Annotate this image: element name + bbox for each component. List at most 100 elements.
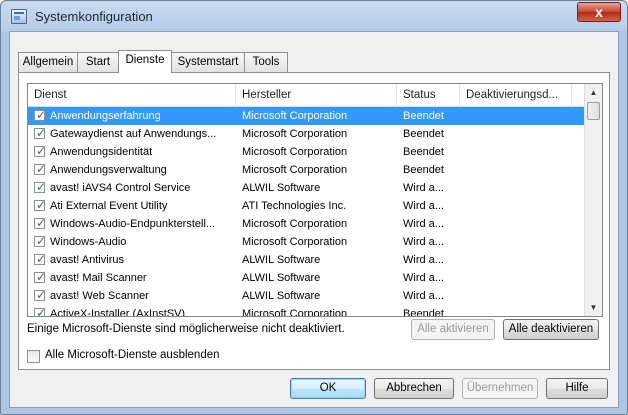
service-name: Anwendungsverwaltung: [50, 164, 167, 176]
column-header-deaktivierungsdatum[interactable]: Deaktivierungsd...: [460, 84, 572, 106]
services-list[interactable]: Dienst Hersteller Status Deaktivierungsd…: [27, 83, 603, 317]
service-name: Ati External Event Utility: [50, 200, 168, 212]
scroll-up-icon[interactable]: ▲: [585, 84, 602, 101]
service-status: Beendet: [403, 308, 444, 317]
service-disable-date: [466, 125, 572, 143]
help-button[interactable]: Hilfe: [546, 378, 608, 399]
apply-button[interactable]: Übernehmen: [462, 378, 538, 399]
title-bar[interactable]: Systemkonfiguration x: [1, 1, 627, 31]
service-name: avast! iAVS4 Control Service: [50, 182, 191, 194]
column-header-dienst[interactable]: Dienst: [28, 84, 236, 106]
service-status: Wird a...: [403, 290, 444, 302]
service-checkbox[interactable]: ✓: [34, 270, 47, 284]
service-name: Windows-Audio-Endpunkterstell...: [50, 218, 216, 230]
list-rows: ✓ Anwendungserfahrung Microsoft Corporatio…: [28, 107, 586, 317]
tab-systemstart[interactable]: Systemstart: [171, 52, 245, 72]
service-status: Wird a...: [403, 254, 444, 266]
service-status: Beendet: [403, 128, 444, 140]
checkmark-icon: ✓: [36, 198, 47, 212]
service-vendor: ALWIL Software: [242, 254, 321, 266]
dialog-client-area: Allgemein Start Dienste Systemstart Tool…: [9, 31, 619, 408]
table-row[interactable]: ✓ Gatewaydienst auf Anwendungs... Microsof…: [28, 125, 586, 143]
service-vendor: Microsoft Corporation: [242, 218, 348, 230]
services-panel: Dienst Hersteller Status Deaktivierungsd…: [18, 72, 610, 370]
tab-start[interactable]: Start: [77, 52, 119, 72]
table-row[interactable]: ✓ avast! Mail Scanner ALWIL Software Wird a…: [28, 269, 586, 287]
msconfig-icon: [11, 9, 27, 24]
service-status: Beendet: [403, 164, 444, 176]
service-checkbox[interactable]: ✓: [34, 108, 47, 122]
service-checkbox[interactable]: ✓: [34, 162, 47, 176]
service-status: Wird a...: [403, 182, 444, 194]
table-row[interactable]: ✓ Anwendungsidentität Microsoft Corporatio…: [28, 143, 586, 161]
service-name: avast! Antivirus: [50, 254, 124, 266]
service-disable-date: [466, 233, 572, 251]
cancel-button[interactable]: Abbrechen: [374, 378, 454, 399]
service-checkbox[interactable]: ✓: [34, 144, 47, 158]
table-row[interactable]: ✓ ActiveX-Installer (AxInstSV) Microsoft C…: [28, 305, 586, 317]
checkmark-icon: ✓: [36, 216, 47, 230]
system-configuration-window: Systemkonfiguration x Allgemein Start Di…: [0, 0, 628, 415]
service-checkbox[interactable]: ✓: [34, 180, 47, 194]
service-vendor: ALWIL Software: [242, 290, 321, 302]
service-checkbox[interactable]: ✓: [34, 198, 47, 212]
service-status: Wird a...: [403, 200, 444, 212]
service-disable-date: [466, 143, 572, 161]
list-header: Dienst Hersteller Status Deaktivierungsd…: [28, 84, 586, 107]
table-row[interactable]: ✓ avast! Antivirus ALWIL Software Wird a...: [28, 251, 586, 269]
service-vendor: Microsoft Corporation: [242, 110, 348, 122]
disable-all-button[interactable]: Alle deaktivieren: [503, 319, 599, 340]
checkmark-icon: ✓: [36, 108, 47, 122]
service-checkbox[interactable]: ✓: [34, 216, 47, 230]
service-status: Beendet: [403, 146, 444, 158]
column-header-status[interactable]: Status: [397, 84, 460, 106]
checkmark-icon: ✓: [36, 162, 47, 176]
scroll-down-icon[interactable]: ▼: [585, 299, 602, 316]
service-checkbox[interactable]: ✓: [34, 306, 46, 316]
service-checkbox[interactable]: ✓: [34, 252, 47, 266]
service-name: Anwendungsidentität: [50, 146, 153, 158]
checkmark-icon: ✓: [36, 180, 47, 194]
vertical-scrollbar[interactable]: ▲ ▼: [584, 84, 602, 316]
service-disable-date: [466, 269, 572, 287]
service-vendor: Microsoft Corporation: [242, 164, 348, 176]
service-name: Gatewaydienst auf Anwendungs...: [50, 128, 217, 140]
table-row[interactable]: ✓ Ati External Event Utility ATI Technolog…: [28, 197, 586, 215]
service-status: Wird a...: [403, 218, 444, 230]
service-status: Wird a...: [403, 236, 444, 248]
service-checkbox[interactable]: ✓: [34, 126, 46, 140]
checkmark-icon: ✓: [36, 252, 47, 266]
column-header-hersteller[interactable]: Hersteller: [236, 84, 397, 106]
microsoft-services-note: Einige Microsoft-Dienste sind möglicherw…: [27, 323, 345, 335]
tab-allgemein[interactable]: Allgemein: [18, 52, 78, 72]
scroll-thumb[interactable]: [587, 102, 600, 120]
service-name: Anwendungserfahrung: [50, 110, 161, 122]
checkmark-icon: ✓: [36, 270, 47, 284]
service-disable-date: [466, 197, 572, 215]
table-row[interactable]: ✓ Anwendungserfahrung Microsoft Corporatio…: [28, 107, 586, 125]
table-row[interactable]: ✓ avast! iAVS4 Control Service ALWIL Softw…: [28, 179, 586, 197]
service-checkbox[interactable]: ✓: [34, 288, 46, 302]
table-row[interactable]: ✓ Windows-Audio-Endpunkterstell... Microso…: [28, 215, 586, 233]
tab-dienste[interactable]: Dienste: [118, 50, 172, 73]
service-vendor: Microsoft Corporation: [242, 308, 348, 317]
service-checkbox[interactable]: ✓: [34, 234, 47, 248]
service-disable-date: [466, 251, 572, 269]
service-name: avast! Web Scanner: [50, 290, 149, 302]
service-disable-date: [466, 215, 572, 233]
service-vendor: ALWIL Software: [242, 182, 321, 194]
close-button[interactable]: x: [577, 2, 621, 22]
checkmark-icon: ✓: [36, 144, 47, 158]
hide-microsoft-services-label[interactable]: Alle Microsoft-Dienste ausblenden: [45, 349, 220, 361]
service-disable-date: [466, 305, 572, 316]
tab-tools[interactable]: Tools: [244, 52, 288, 72]
checkmark-icon: ✓: [36, 234, 47, 248]
hide-microsoft-services-checkbox[interactable]: [27, 350, 40, 363]
enable-all-button[interactable]: Alle aktivieren: [411, 319, 495, 340]
service-status: Beendet: [403, 110, 444, 122]
table-row[interactable]: ✓ Windows-Audio Microsoft Corporation Wird …: [28, 233, 586, 251]
table-row[interactable]: ✓ Anwendungsverwaltung Microsoft Corporati…: [28, 161, 586, 179]
ok-button[interactable]: OK: [290, 378, 366, 399]
service-disable-date: [466, 161, 572, 179]
table-row[interactable]: ✓ avast! Web Scanner ALWIL Software Wird a.…: [28, 287, 586, 305]
